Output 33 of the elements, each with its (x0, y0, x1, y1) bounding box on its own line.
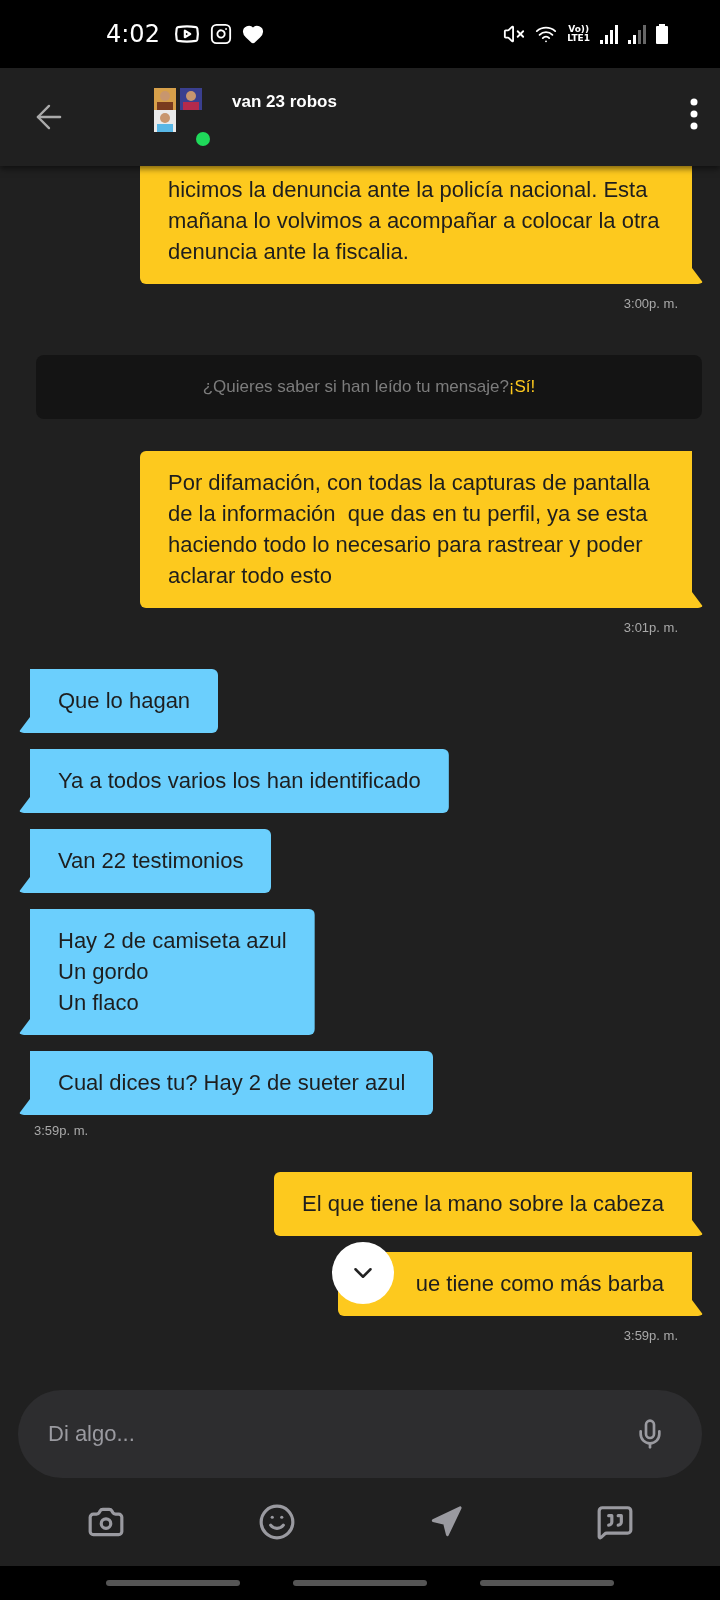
more-options-button[interactable] (690, 98, 698, 130)
chat-title: van 23 robos (232, 92, 337, 112)
nav-handle[interactable] (479, 1580, 614, 1586)
yes-link[interactable]: ¡Sí! (508, 377, 536, 397)
message-bubble: hicimos la denuncia ante la policía nacional. Esta mañana lo volvimos a acompañar a colocar la otra denuncia ante la fiscalia. (140, 166, 704, 284)
message-time: 3:00p. m. (623, 296, 678, 311)
nav-handle[interactable] (106, 1580, 241, 1586)
message-bubble: Hay 2 de camiseta azul Un gordo Un flaco (18, 909, 315, 1035)
message-bubble: Van 22 testimonios (18, 829, 272, 893)
nav-handle[interactable] (293, 1580, 427, 1586)
message-text-input[interactable]: Di algo... (46, 1420, 634, 1448)
network-label: LTE1 (567, 34, 590, 43)
network-label: Vo)) (568, 25, 590, 34)
read-receipt-question: ¿Quieres saber si han leído tu mensaje? (202, 377, 509, 397)
heart-icon (241, 23, 264, 45)
mute-icon (503, 23, 526, 45)
message-time: 3:59p. m. (34, 1123, 89, 1138)
message-bubble: El que tiene la mano sobre la cabeza (274, 1172, 704, 1236)
camera-app-icon (209, 23, 232, 45)
battery-icon (656, 24, 668, 44)
signal-icon (600, 24, 618, 44)
more-icon (690, 98, 698, 130)
message-bubble: Que lo hagan (18, 669, 219, 733)
message-bubble: Por difamación, con todas la capturas de pantalla de la información que das en tu perfil, ya se esta haciendo todo lo necesario para rastrear y poder aclarar todo esto (140, 451, 704, 608)
message-bubble: Ya a todos varios los han identificado (18, 749, 449, 813)
message-time: 3:01p. m. (623, 620, 678, 635)
message-time: 3:59p. m. (623, 1328, 678, 1343)
status-time: 4:02 (106, 20, 160, 48)
quote-bubble-icon[interactable] (595, 1503, 634, 1541)
message-input-field[interactable]: Di algo... (18, 1390, 702, 1478)
message-bubble: Cual dices tu? Hay 2 de sueter azul (18, 1051, 434, 1115)
smiley-icon[interactable] (257, 1503, 296, 1541)
signal-icon (628, 24, 646, 44)
